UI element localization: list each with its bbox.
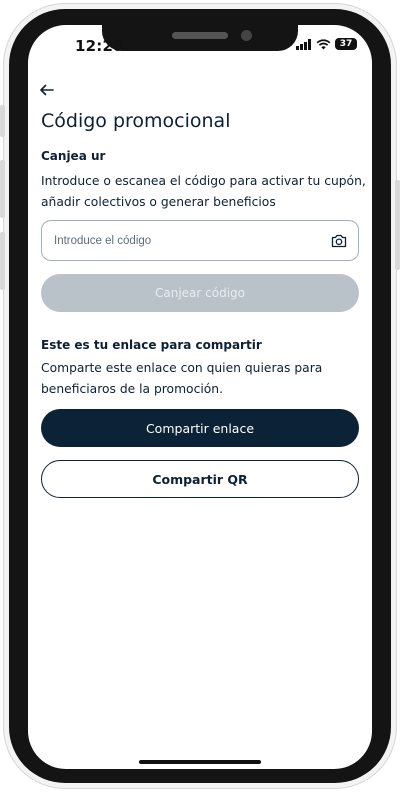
share-qr-button[interactable]: Compartir QR <box>41 460 359 498</box>
front-camera <box>241 30 252 41</box>
code-input[interactable] <box>52 233 330 248</box>
home-indicator[interactable] <box>139 760 261 764</box>
speaker-grille <box>172 32 228 39</box>
redeem-section-description: Introduce o escanea el código para activ… <box>41 174 366 209</box>
share-section-description: Comparte este enlace con quien quieras p… <box>41 361 323 396</box>
phone-action-button <box>0 105 5 137</box>
status-icons: 37 <box>296 38 357 50</box>
share-section-title: Este es tu enlace para compartir <box>41 338 262 352</box>
code-input-field[interactable] <box>41 220 359 261</box>
wifi-icon <box>316 38 331 49</box>
status-time: 12:28 <box>75 37 124 55</box>
battery-level: 37 <box>339 39 353 49</box>
camera-icon[interactable] <box>330 232 348 250</box>
signal-icon <box>296 38 311 50</box>
phone-power-button <box>395 180 400 270</box>
back-arrow-icon[interactable] <box>37 80 57 100</box>
phone-volume-up-button <box>0 160 5 218</box>
page-title: Código promocional <box>41 110 231 132</box>
phone-volume-down-button <box>0 232 5 290</box>
redeem-code-button[interactable]: Canjear código <box>41 274 359 312</box>
share-link-button[interactable]: Compartir enlace <box>41 409 359 447</box>
battery-icon: 37 <box>335 38 357 50</box>
redeem-section-title: Canjea ur <box>41 149 106 163</box>
